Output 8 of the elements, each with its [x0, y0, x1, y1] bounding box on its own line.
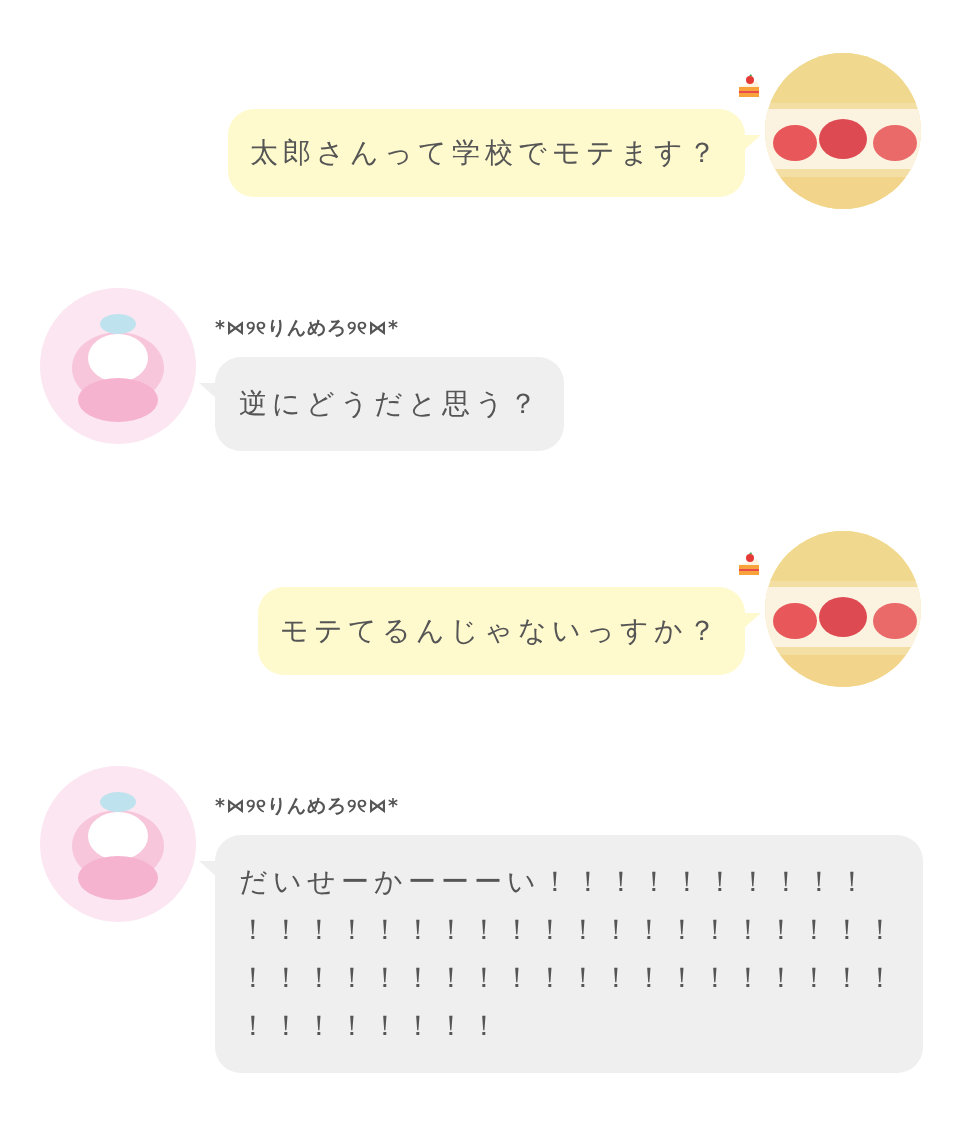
sender-name: *⋈୨୧りんめろ୨୧⋈*: [215, 793, 399, 818]
message-bubble: 逆にどうだと思う？: [215, 357, 564, 451]
message-bubble: モテてるんじゃないっすか？: [258, 587, 745, 675]
sender-name: *⋈୨୧りんめろ୨୧⋈*: [215, 315, 399, 340]
cake-icon: [737, 551, 761, 577]
message-bubble: だいせーかーーーい！！！！！！！！！！！！！！！！！！！！！！！！！！！！！！！！！！！！！！！！！！！！！！！！！！！！！！！！！！: [215, 835, 923, 1073]
cake-icon: [737, 73, 761, 99]
message-bubble: 太郎さんって学校でモテます？: [228, 109, 745, 197]
